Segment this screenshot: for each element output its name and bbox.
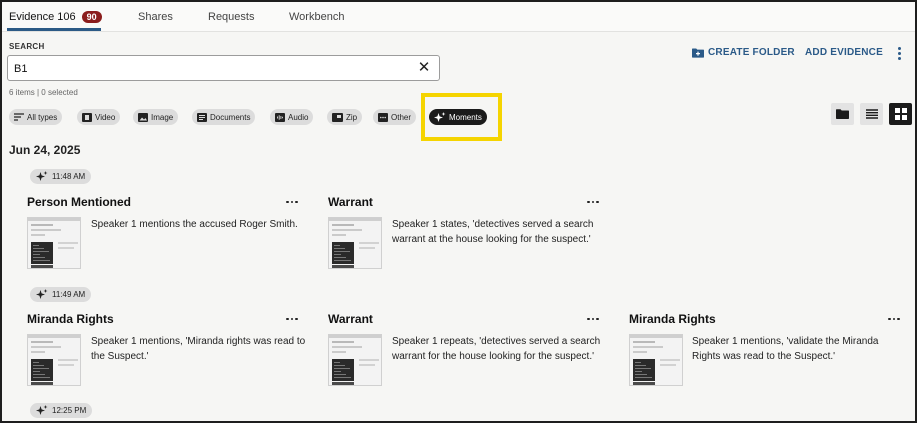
thumbnail-preview [28, 218, 80, 268]
zip-icon [332, 112, 343, 122]
time-pill-label: 11:49 AM [52, 290, 86, 299]
sparkle-icon [36, 289, 48, 299]
moment-thumbnail[interactable] [27, 217, 81, 269]
more-options-icon[interactable] [895, 46, 905, 60]
time-pill-label: 11:48 AM [52, 172, 86, 181]
filter-zip[interactable]: Zip [327, 109, 363, 125]
sparkle-icon [36, 405, 48, 415]
filter-documents-label: Documents [210, 112, 251, 122]
create-folder-button[interactable]: CREATE FOLDER [692, 47, 795, 58]
more-options-icon[interactable] [586, 314, 600, 324]
search-field: ✕ [7, 55, 440, 81]
tab-workbench[interactable]: Workbench [289, 2, 344, 31]
moment-card-title: Miranda Rights [629, 312, 716, 326]
filter-moments[interactable]: Moments [429, 109, 487, 125]
more-options-icon[interactable] [285, 314, 299, 324]
film-icon [82, 112, 92, 122]
time-pill: 11:49 AM [30, 287, 92, 302]
moment-thumbnail[interactable] [328, 217, 382, 269]
moment-card-title: Miranda Rights [27, 312, 114, 326]
tab-requests[interactable]: Requests [208, 2, 254, 31]
filter-other-label: Other [391, 112, 412, 122]
app-window: Evidence 106 90 Shares Requests Workbenc… [0, 0, 917, 423]
tab-shares[interactable]: Shares [138, 2, 173, 31]
add-evidence-button[interactable]: ADD EVIDENCE [805, 47, 883, 58]
filter-all-types-label: All types [27, 112, 58, 122]
tab-workbench-label: Workbench [289, 10, 345, 23]
image-icon [138, 112, 148, 122]
filter-image-label: Image [151, 112, 174, 122]
list-icon [865, 109, 878, 119]
document-icon [197, 112, 207, 122]
filter-audio-label: Audio [288, 112, 309, 122]
folder-view-button[interactable] [831, 103, 854, 125]
filter-zip-label: Zip [346, 112, 358, 122]
active-tab-indicator [7, 28, 101, 31]
grid-icon [894, 108, 907, 120]
folder-add-icon [692, 48, 704, 58]
create-folder-label: CREATE FOLDER [708, 47, 795, 58]
add-evidence-label: ADD EVIDENCE [805, 47, 883, 58]
moment-card-title: Warrant [328, 195, 373, 209]
moment-thumbnail[interactable] [328, 334, 382, 386]
items-selected-count: 6 items | 0 selected [9, 88, 78, 97]
thumbnail-preview [329, 218, 381, 268]
sort-lines-icon [14, 113, 24, 121]
time-pill: 11:48 AM [30, 169, 92, 184]
moment-card-title: Warrant [328, 312, 373, 326]
tab-shares-label: Shares [138, 10, 173, 23]
filter-other[interactable]: Other [373, 109, 417, 125]
moment-description: Speaker 1 mentions, 'validate the Mirand… [692, 336, 879, 362]
filter-all-types[interactable]: All types [9, 109, 63, 125]
tab-evidence-label: Evidence 106 [9, 10, 76, 23]
filter-video[interactable]: Video [77, 109, 121, 125]
folder-icon [836, 109, 849, 119]
sparkle-icon [36, 171, 48, 181]
search-label: SEARCH [9, 42, 45, 51]
moment-thumbnail[interactable] [629, 334, 683, 386]
thumbnail-preview [329, 335, 381, 385]
tab-bar: Evidence 106 90 Shares Requests Workbenc… [2, 2, 915, 32]
filter-image[interactable]: Image [133, 109, 179, 125]
moment-description: Speaker 1 mentions, 'Miranda rights was … [91, 336, 306, 362]
moment-description: Speaker 1 repeats, 'detectives served a … [392, 336, 601, 362]
sparkle-icon [434, 111, 446, 122]
moment-description: Speaker 1 states, 'detectives served a s… [392, 219, 594, 245]
more-options-icon[interactable] [285, 197, 299, 207]
filter-moments-label: Moments [449, 112, 482, 122]
moment-card-title: Person Mentioned [27, 195, 132, 209]
date-heading: Jun 24, 2025 [9, 143, 81, 157]
thumbnail-preview [630, 335, 682, 385]
grid-view-button[interactable] [889, 103, 912, 125]
moment-description: Speaker 1 mentions the accused Roger Smi… [91, 219, 298, 230]
time-pill: 12:25 PM [30, 403, 93, 418]
more-options-icon[interactable] [586, 197, 600, 207]
close-icon[interactable]: ✕ [416, 60, 432, 76]
thumbnail-preview [28, 335, 80, 385]
time-pill-label: 12:25 PM [52, 406, 87, 415]
list-view-button[interactable] [860, 103, 883, 125]
moment-thumbnail[interactable] [27, 334, 81, 386]
filter-documents[interactable]: Documents [192, 109, 256, 125]
audio-icon [275, 112, 285, 122]
evidence-count-badge: 90 [81, 10, 102, 23]
more-box-icon [378, 112, 388, 122]
search-input[interactable] [14, 60, 409, 77]
tab-evidence[interactable]: Evidence 106 90 [9, 2, 102, 31]
filter-audio[interactable]: Audio [270, 109, 314, 125]
more-options-icon[interactable] [887, 314, 901, 324]
tab-requests-label: Requests [208, 10, 255, 23]
filter-video-label: Video [95, 112, 116, 122]
